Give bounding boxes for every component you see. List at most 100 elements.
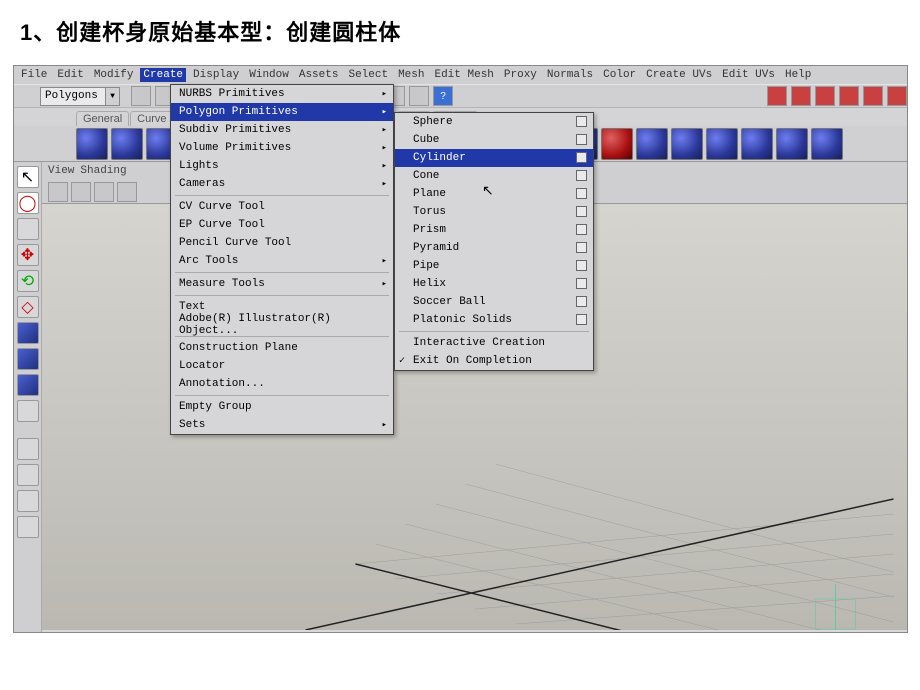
- snap-icon[interactable]: [839, 86, 859, 106]
- dropdown-arrow-icon[interactable]: ▼: [105, 88, 119, 105]
- snap-icon[interactable]: [863, 86, 883, 106]
- menuitem-ep-curve-tool[interactable]: EP Curve Tool: [171, 216, 393, 234]
- menuitem-subdiv-primitives[interactable]: Subdiv Primitives: [171, 121, 393, 139]
- option-box-icon[interactable]: [576, 188, 587, 199]
- option-box-icon[interactable]: [576, 260, 587, 271]
- menuitem-prism[interactable]: Prism: [395, 221, 593, 239]
- shelf-button[interactable]: [741, 128, 773, 160]
- layout-icon[interactable]: [17, 516, 39, 538]
- menuitem-mesh[interactable]: Mesh: [395, 68, 427, 82]
- option-box-icon[interactable]: [576, 206, 587, 217]
- menuitem-volume-primitives[interactable]: Volume Primitives: [171, 139, 393, 157]
- menuitem-nurbs-primitives[interactable]: NURBS Primitives: [171, 85, 393, 103]
- shelf-button[interactable]: [776, 128, 808, 160]
- shelf-button[interactable]: [636, 128, 668, 160]
- menuitem-proxy[interactable]: Proxy: [501, 68, 540, 82]
- menuitem-cv-curve-tool[interactable]: CV Curve Tool: [171, 198, 393, 216]
- menuitem-polygon-primitives[interactable]: Polygon Primitives: [171, 103, 393, 121]
- last-tool[interactable]: [17, 400, 39, 422]
- shelf-button[interactable]: [601, 128, 633, 160]
- menuitem-display[interactable]: Display: [190, 68, 242, 82]
- mask-icon[interactable]: [409, 86, 429, 106]
- menuitem-soccer-ball[interactable]: Soccer Ball: [395, 293, 593, 311]
- menuitem-plane[interactable]: Plane: [395, 185, 593, 203]
- menuitem-lights[interactable]: Lights: [171, 157, 393, 175]
- menuitem-cylinder[interactable]: Cylinder: [395, 149, 593, 167]
- show-manip-tool[interactable]: [17, 374, 39, 396]
- menuitem-cone[interactable]: Cone: [395, 167, 593, 185]
- menuitem-measure-tools[interactable]: Measure Tools: [171, 275, 393, 293]
- vp-icon[interactable]: [94, 182, 114, 202]
- single-view-icon[interactable]: [17, 438, 39, 460]
- lasso-tool[interactable]: ◯: [17, 192, 39, 214]
- vp-icon[interactable]: [71, 182, 91, 202]
- menuitem-edit-mesh[interactable]: Edit Mesh: [431, 68, 496, 82]
- universal-manip-tool[interactable]: [17, 322, 39, 344]
- shelf-button[interactable]: [706, 128, 738, 160]
- snap-icon[interactable]: [791, 86, 811, 106]
- menuitem-edit[interactable]: Edit: [54, 68, 86, 82]
- vp-icon[interactable]: [117, 182, 137, 202]
- option-box-icon[interactable]: [576, 242, 587, 253]
- paint-select-tool[interactable]: [17, 218, 39, 240]
- menuitem-platonic-solids[interactable]: Platonic Solids: [395, 311, 593, 329]
- option-box-icon[interactable]: [576, 296, 587, 307]
- vp-icon[interactable]: [48, 182, 68, 202]
- menuitem-assets[interactable]: Assets: [296, 68, 342, 82]
- menuitem-pencil-curve-tool[interactable]: Pencil Curve Tool: [171, 234, 393, 252]
- soft-mod-tool[interactable]: [17, 348, 39, 370]
- menuitem-cube[interactable]: Cube: [395, 131, 593, 149]
- select-tool[interactable]: ↖: [17, 166, 39, 188]
- menuitem-construction-plane[interactable]: Construction Plane: [171, 339, 393, 357]
- menu-set-combo[interactable]: Polygons ▼: [40, 87, 120, 106]
- move-tool[interactable]: ✥: [17, 244, 39, 266]
- menuitem-pyramid[interactable]: Pyramid: [395, 239, 593, 257]
- option-box-icon[interactable]: [576, 134, 587, 145]
- menuitem-empty-group[interactable]: Empty Group: [171, 398, 393, 416]
- four-view-icon[interactable]: [17, 464, 39, 486]
- shelf-tab-curve[interactable]: Curve: [130, 111, 173, 126]
- menuitem-pipe[interactable]: Pipe: [395, 257, 593, 275]
- option-box-icon[interactable]: [576, 224, 587, 235]
- menuitem-cameras[interactable]: Cameras: [171, 175, 393, 193]
- snap-icon[interactable]: [767, 86, 787, 106]
- snap-icon[interactable]: [815, 86, 835, 106]
- menuitem-torus[interactable]: Torus: [395, 203, 593, 221]
- menuitem-exit-on-completion[interactable]: Exit On Completion: [395, 352, 593, 370]
- menuitem-normals[interactable]: Normals: [544, 68, 596, 82]
- shelf-tab-general[interactable]: General: [76, 111, 129, 126]
- option-box-icon[interactable]: [576, 278, 587, 289]
- snap-icon[interactable]: [887, 86, 907, 106]
- menuitem-annotation[interactable]: Annotation...: [171, 375, 393, 393]
- new-scene-icon[interactable]: [131, 86, 151, 106]
- shelf-button[interactable]: [671, 128, 703, 160]
- rotate-tool[interactable]: ⟲: [17, 270, 39, 292]
- menuitem-file[interactable]: File: [18, 68, 50, 82]
- viewport-menu-shading[interactable]: Shading: [80, 165, 126, 177]
- menuitem-interactive-creation[interactable]: Interactive Creation: [395, 334, 593, 352]
- option-box-icon[interactable]: [576, 152, 587, 163]
- menuitem-locator[interactable]: Locator: [171, 357, 393, 375]
- shelf-button[interactable]: [111, 128, 143, 160]
- shelf-button[interactable]: [811, 128, 843, 160]
- help-icon[interactable]: ?: [433, 86, 453, 106]
- menuitem-color[interactable]: Color: [600, 68, 639, 82]
- menuitem-create-uvs[interactable]: Create UVs: [643, 68, 715, 82]
- menuitem-help[interactable]: Help: [782, 68, 814, 82]
- menuitem-select[interactable]: Select: [345, 68, 391, 82]
- menuitem-sets[interactable]: Sets: [171, 416, 393, 434]
- menuitem-arc-tools[interactable]: Arc Tools: [171, 252, 393, 270]
- option-box-icon[interactable]: [576, 116, 587, 127]
- menuitem-window[interactable]: Window: [246, 68, 292, 82]
- shelf-button[interactable]: [76, 128, 108, 160]
- menuitem-modify[interactable]: Modify: [91, 68, 137, 82]
- menuitem-sphere[interactable]: Sphere: [395, 113, 593, 131]
- layout-icon[interactable]: [17, 490, 39, 512]
- option-box-icon[interactable]: [576, 314, 587, 325]
- menuitem-create[interactable]: Create: [140, 68, 186, 82]
- menuitem-adobe-r-illustrator-r-object[interactable]: Adobe(R) Illustrator(R) Object...: [171, 316, 393, 334]
- viewport-menu-view[interactable]: View: [48, 165, 74, 177]
- menuitem-edit-uvs[interactable]: Edit UVs: [719, 68, 778, 82]
- scale-tool[interactable]: ◇: [17, 296, 39, 318]
- option-box-icon[interactable]: [576, 170, 587, 181]
